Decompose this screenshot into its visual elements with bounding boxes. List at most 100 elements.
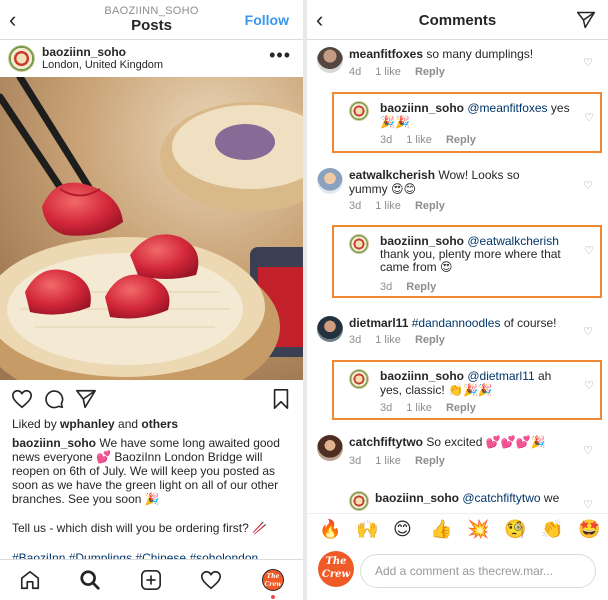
- like-heart-icon[interactable]: [11, 388, 33, 415]
- comment-like-count[interactable]: 1 like: [375, 334, 401, 346]
- commenter-avatar[interactable]: [317, 168, 343, 194]
- new-post-icon[interactable]: [140, 569, 162, 591]
- likes-others[interactable]: others: [141, 417, 178, 431]
- profile-tab-avatar[interactable]: The Crew: [262, 569, 284, 591]
- comment-username[interactable]: catchfiftytwo: [349, 435, 423, 449]
- comment-text: baoziinn_soho @catchfiftytwo we: [375, 491, 575, 505]
- comment-username[interactable]: baoziinn_soho: [380, 369, 464, 383]
- comment-like-count[interactable]: 1 like: [406, 134, 432, 146]
- comment-body: So excited 💕💕💕🎉: [423, 435, 546, 449]
- post-location[interactable]: London, United Kingdom: [42, 59, 163, 71]
- comment-item: catchfiftytwo So excited 💕💕💕🎉 3d 1 like Re…: [307, 432, 608, 472]
- comment-username[interactable]: baoziinn_soho: [380, 101, 464, 115]
- comment-mention[interactable]: @eatwalkcherish: [467, 234, 559, 248]
- commenter-avatar[interactable]: [349, 101, 369, 121]
- comment-like-heart-icon[interactable]: ♡: [583, 498, 593, 511]
- commenter-avatar[interactable]: [349, 234, 369, 254]
- comment-like-heart-icon[interactable]: ♡: [583, 325, 593, 338]
- comment-input[interactable]: Add a comment as thecrew.mar...: [360, 554, 596, 588]
- comment-age: 3d: [349, 334, 362, 346]
- author-avatar[interactable]: [8, 45, 35, 72]
- dumplings-photo-illustration: [0, 77, 303, 380]
- reply-button[interactable]: Reply: [406, 281, 436, 293]
- comment-text: baoziinn_soho @dietmarl11 ah yes, classi…: [380, 369, 570, 397]
- comment-text: catchfiftytwo So excited 💕💕💕🎉: [349, 435, 574, 449]
- reply-button[interactable]: Reply: [415, 66, 445, 78]
- comment-username[interactable]: baoziinn_soho: [375, 491, 459, 505]
- post-action-bar: [0, 386, 303, 412]
- comment-like-heart-icon[interactable]: ♡: [583, 56, 593, 69]
- direct-send-icon[interactable]: [576, 10, 596, 35]
- home-icon[interactable]: [19, 569, 41, 591]
- comment-hashtag[interactable]: #dandannoodles: [412, 316, 501, 330]
- highlighted-reply: baoziinn_soho @eatwalkcherish thank you,…: [332, 225, 602, 298]
- comment-item: eatwalkcherish Wow! Looks so yummy 😍😊 3d…: [307, 165, 608, 215]
- comment-meta: 3d 1 like Reply: [349, 200, 459, 212]
- emoji-collision-button[interactable]: 💥: [467, 519, 489, 539]
- emoji-thumbs-up-button[interactable]: 👍: [430, 519, 452, 539]
- likes-prefix: Liked by: [12, 417, 61, 431]
- post-header: ‹ BAOZIINN_SOHO Posts Follow: [0, 0, 303, 40]
- reply-button[interactable]: Reply: [446, 402, 476, 414]
- post-photo[interactable]: [0, 77, 303, 380]
- comment-item: meanfitfoxes so many dumplings! 4d 1 like…: [307, 44, 608, 84]
- commenter-avatar[interactable]: [317, 435, 343, 461]
- comment-bubble-icon[interactable]: [43, 388, 65, 415]
- comment-mention[interactable]: @dietmarl11: [467, 369, 534, 383]
- emoji-smile-button[interactable]: 😊: [393, 519, 412, 539]
- comment-body: of course!: [500, 316, 557, 330]
- comment-username[interactable]: baoziinn_soho: [380, 234, 464, 248]
- commenter-avatar[interactable]: [317, 47, 343, 73]
- reply-button[interactable]: Reply: [415, 455, 445, 467]
- comment-like-count[interactable]: 1 like: [375, 455, 401, 467]
- comment-like-count[interactable]: 1 like: [375, 200, 401, 212]
- comment-username[interactable]: dietmarl11: [349, 316, 408, 330]
- comment-meta: 3d Reply: [380, 281, 450, 293]
- more-options-icon[interactable]: •••: [269, 45, 291, 66]
- commenter-avatar[interactable]: [349, 491, 369, 511]
- comment-composer: The Crew Add a comment as thecrew.mar...: [307, 546, 608, 600]
- emoji-clap-button[interactable]: 👏: [541, 519, 563, 539]
- comment-mention[interactable]: @catchfiftytwo: [462, 491, 540, 505]
- activity-heart-icon[interactable]: [200, 569, 222, 591]
- comment-body: we: [540, 491, 560, 505]
- emoji-fire-button[interactable]: 🔥: [319, 519, 341, 539]
- comment-like-count[interactable]: 1 like: [406, 402, 432, 414]
- reply-button[interactable]: Reply: [415, 200, 445, 212]
- likes-summary[interactable]: Liked by wphanley and others: [12, 417, 294, 431]
- comments-title: Comments: [418, 12, 497, 29]
- share-send-icon[interactable]: [75, 388, 97, 415]
- comment-age: 3d: [349, 455, 362, 467]
- author-username[interactable]: baoziinn_soho: [42, 45, 126, 59]
- likes-user[interactable]: wphanley: [60, 417, 115, 431]
- caption-question: Tell us - which dish will you be orderin…: [12, 521, 268, 535]
- comments-header: ‹ Comments: [307, 0, 608, 40]
- bottom-navigation: The Crew: [0, 559, 303, 600]
- comment-text: baoziinn_soho @eatwalkcherish thank you,…: [380, 235, 570, 274]
- comment-mention[interactable]: @meanfitfoxes: [467, 101, 547, 115]
- comment-age: 3d: [380, 134, 393, 146]
- caption-author[interactable]: baoziinn_soho: [12, 436, 96, 450]
- reply-button[interactable]: Reply: [415, 334, 445, 346]
- comment-like-heart-icon[interactable]: ♡: [584, 244, 594, 257]
- comment-like-heart-icon[interactable]: ♡: [583, 444, 593, 457]
- comment-like-heart-icon[interactable]: ♡: [583, 179, 593, 192]
- reply-button[interactable]: Reply: [446, 134, 476, 146]
- comment-like-count[interactable]: 1 like: [375, 66, 401, 78]
- comment-body: thank you, plenty more where that came f…: [380, 247, 561, 274]
- search-icon[interactable]: [79, 569, 101, 591]
- comment-username[interactable]: meanfitfoxes: [349, 47, 423, 61]
- emoji-raised-hands-button[interactable]: 🙌: [356, 519, 378, 539]
- emoji-star-struck-button[interactable]: 🤩: [578, 519, 600, 539]
- emoji-monocle-button[interactable]: 🧐: [504, 519, 526, 539]
- notification-dot: [271, 595, 275, 599]
- comment-meta: 3d 1 like Reply: [380, 402, 490, 414]
- comment-like-heart-icon[interactable]: ♡: [584, 111, 594, 124]
- commenter-avatar[interactable]: [349, 369, 369, 389]
- bookmark-save-icon[interactable]: [271, 388, 291, 415]
- comment-like-heart-icon[interactable]: ♡: [584, 379, 594, 392]
- follow-button[interactable]: Follow: [245, 12, 289, 28]
- commenter-avatar[interactable]: [317, 316, 343, 342]
- comment-username[interactable]: eatwalkcherish: [349, 168, 435, 182]
- post-author-bar: baoziinn_soho London, United Kingdom •••: [0, 41, 303, 77]
